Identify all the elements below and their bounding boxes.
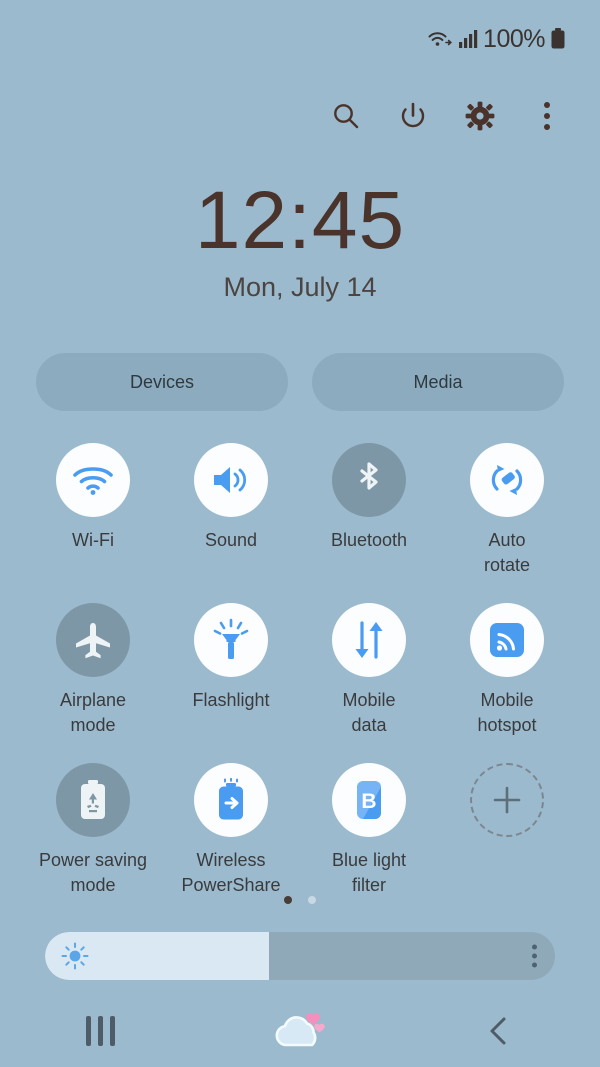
status-bar: 100% <box>0 0 600 78</box>
clock-time: 12:45 <box>194 175 406 266</box>
quick-settings-grid: Wi-Fi Sound Bluetooth Auto rotate Airpla… <box>24 443 576 898</box>
power-share-icon <box>194 763 268 837</box>
search-icon[interactable] <box>329 99 363 133</box>
wifi-signal-icon <box>427 28 453 50</box>
mobile-hotspot-icon <box>470 603 544 677</box>
blue-light-filter-icon: B <box>332 763 406 837</box>
mobile-data-icon <box>332 603 406 677</box>
tile-power-saving-mode[interactable]: Power saving mode <box>24 763 162 898</box>
page-dot-inactive[interactable] <box>308 896 316 904</box>
power-saving-icon <box>56 763 130 837</box>
tile-label: Wireless PowerShare <box>181 850 281 895</box>
media-label: Media <box>413 371 463 392</box>
tile-mobile-hotspot[interactable]: Mobile hotspot <box>438 603 576 738</box>
chevron-left-icon <box>490 1017 506 1045</box>
svg-text:B: B <box>361 790 376 813</box>
tile-auto-rotate[interactable]: Auto rotate <box>438 443 576 578</box>
flashlight-icon <box>194 603 268 677</box>
tile-flashlight[interactable]: Flashlight <box>162 603 300 738</box>
clock-date: Mon, July 14 <box>223 272 377 302</box>
sound-icon <box>194 443 268 517</box>
brightness-slider[interactable] <box>45 932 555 980</box>
home-button[interactable] <box>252 1003 348 1059</box>
recents-button[interactable] <box>52 1003 148 1059</box>
tile-label: Auto rotate <box>483 530 531 575</box>
bluetooth-icon <box>332 443 406 517</box>
auto-rotate-icon <box>470 443 544 517</box>
tile-label: Airplane mode <box>59 690 127 735</box>
tile-airplane-mode[interactable]: Airplane mode <box>24 603 162 738</box>
battery-full-icon <box>550 27 566 51</box>
clock-block: 12:45 Mon, July 14 <box>0 178 600 303</box>
airplane-icon <box>56 603 130 677</box>
wifi-icon <box>56 443 130 517</box>
media-button[interactable]: Media <box>312 353 564 411</box>
tile-sound[interactable]: Sound <box>162 443 300 578</box>
quick-settings-panel: 100% 12:45 Mon, July 14 Devices Media Wi… <box>0 0 600 1067</box>
tile-blue-light-filter[interactable]: B Blue light filter <box>300 763 438 898</box>
tile-label: Sound <box>204 530 258 550</box>
tile-add-button[interactable] <box>438 763 576 898</box>
tile-label: Flashlight <box>192 690 270 710</box>
tile-mobile-data[interactable]: Mobile data <box>300 603 438 738</box>
gear-icon[interactable] <box>463 99 497 133</box>
cloud-hearts-home-icon <box>275 1013 325 1047</box>
add-tile-icon <box>470 763 544 837</box>
cellular-bars-icon <box>458 28 478 50</box>
shortcut-chip-row: Devices Media <box>36 353 564 411</box>
battery-percent-label: 100% <box>483 24 545 53</box>
tile-label: Bluetooth <box>330 530 408 550</box>
brightness-sun-icon <box>61 942 89 975</box>
tile-label: Wi-Fi <box>72 530 114 550</box>
devices-button[interactable]: Devices <box>36 353 288 411</box>
header-action-bar <box>0 88 600 144</box>
navigation-bar <box>0 995 600 1067</box>
brightness-slider-row <box>45 932 555 980</box>
page-dot-active[interactable] <box>284 896 292 904</box>
tile-label: Mobile data <box>342 690 396 735</box>
tile-label: Mobile hotspot <box>477 690 537 735</box>
tile-label: Blue light filter <box>331 850 407 895</box>
power-icon[interactable] <box>396 99 430 133</box>
overflow-menu-icon[interactable] <box>530 99 564 133</box>
tile-wifi[interactable]: Wi-Fi <box>24 443 162 578</box>
tile-wireless-powershare[interactable]: Wireless PowerShare <box>162 763 300 898</box>
devices-label: Devices <box>129 371 195 392</box>
tile-label: Power saving mode <box>38 850 148 895</box>
back-button[interactable] <box>452 1003 548 1059</box>
brightness-options-icon[interactable] <box>532 944 537 968</box>
page-indicator <box>0 896 600 904</box>
tile-bluetooth[interactable]: Bluetooth <box>300 443 438 578</box>
